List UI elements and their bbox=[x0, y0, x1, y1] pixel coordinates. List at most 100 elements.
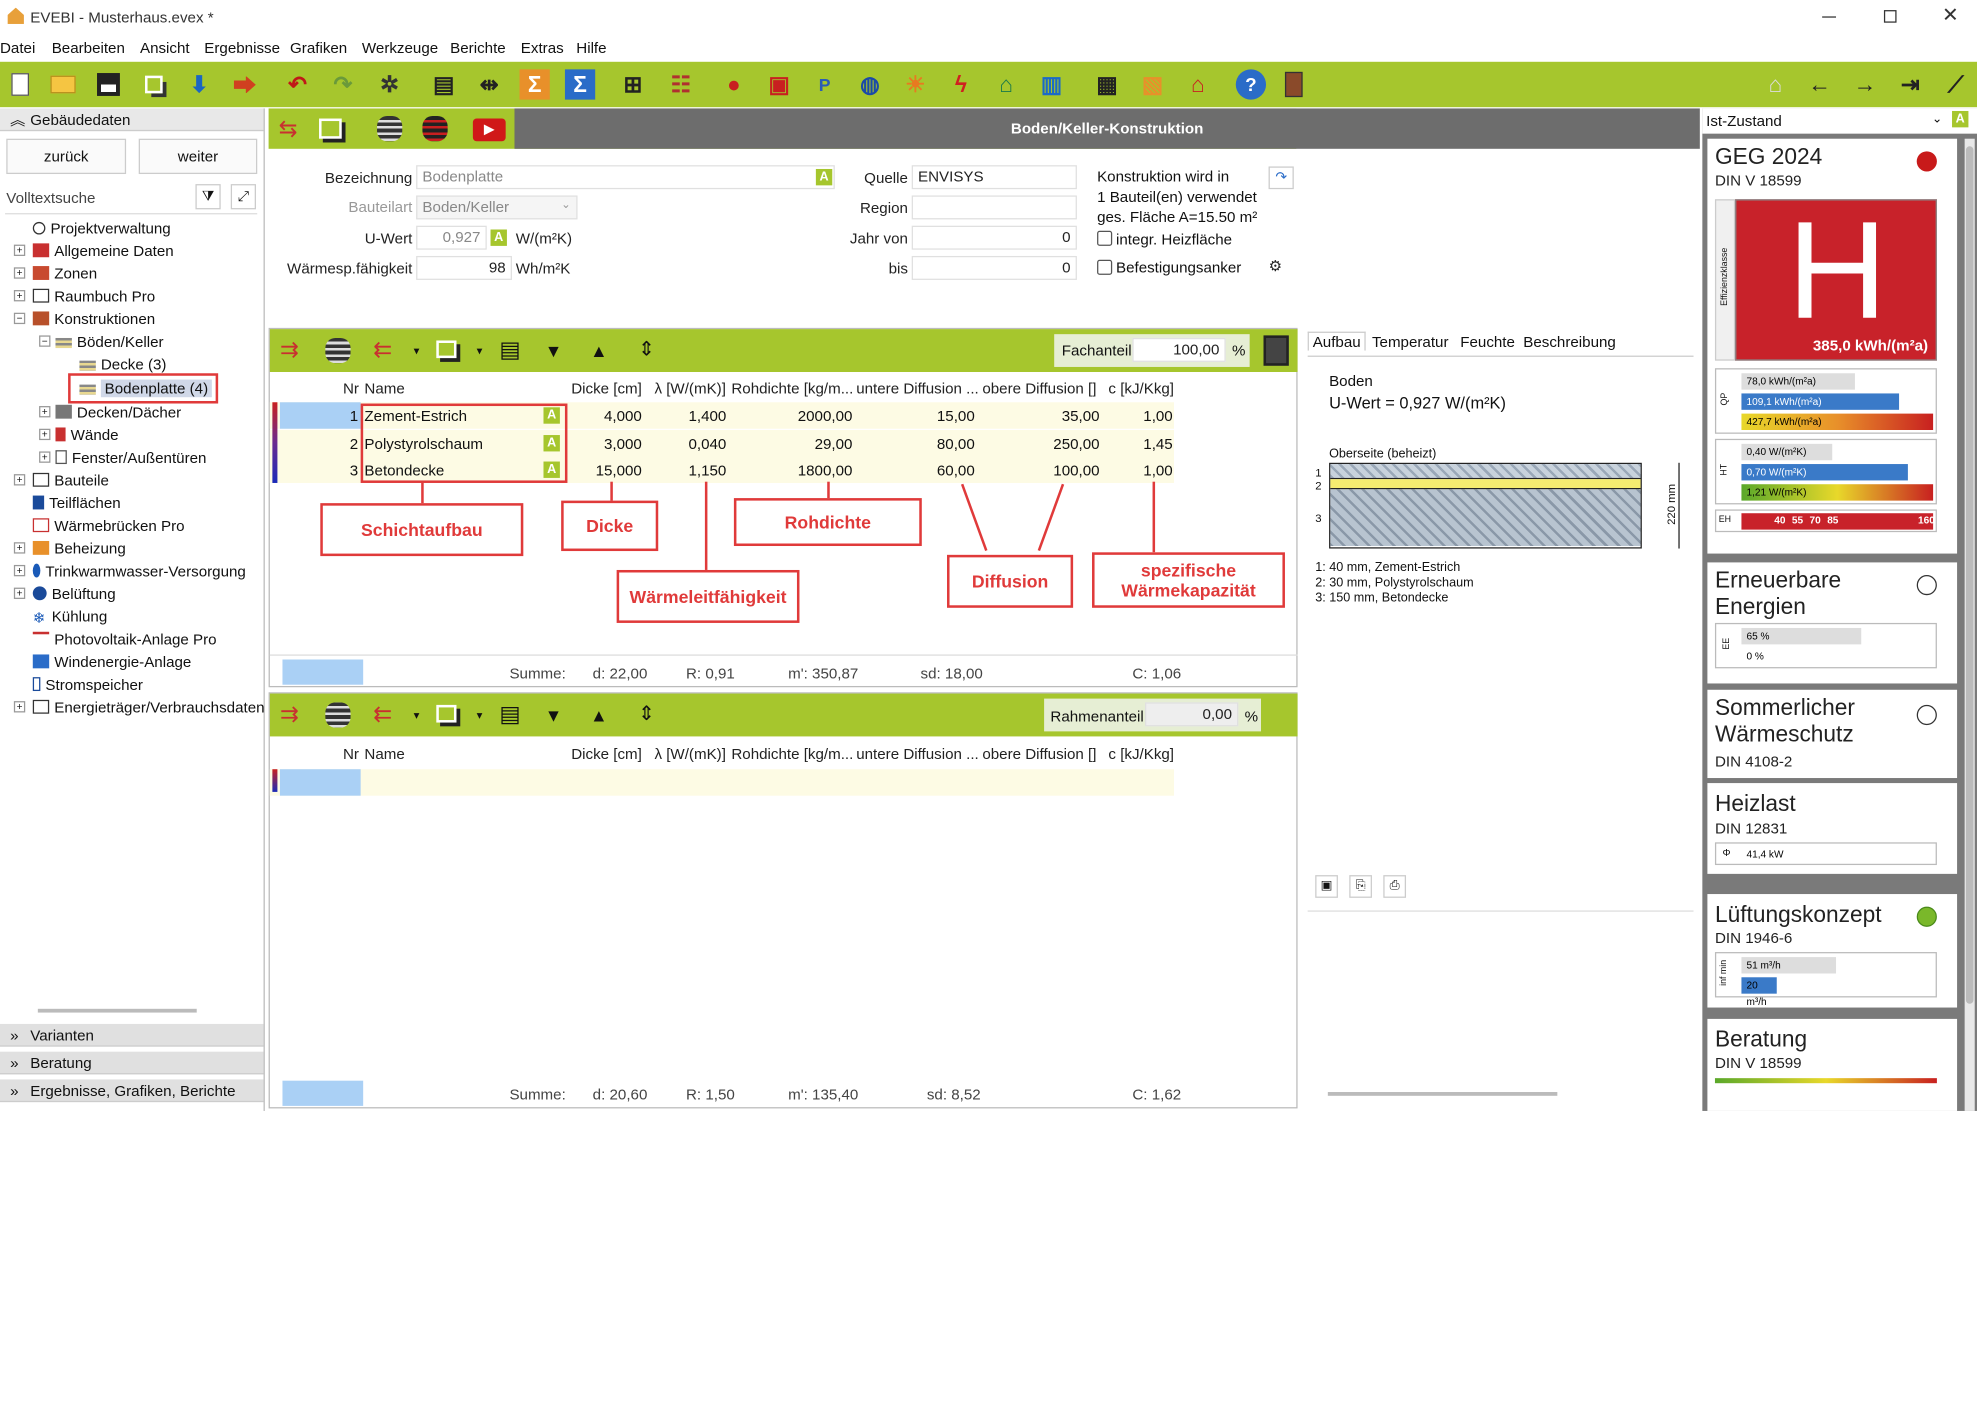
sidebar-section-beratung[interactable]: » Beratung bbox=[0, 1051, 264, 1075]
row1-dicke[interactable]: 4,000 bbox=[572, 407, 642, 425]
tree-item-kuehlung[interactable]: ❄ Kühlung bbox=[33, 608, 107, 627]
close-icon[interactable]: ✕ bbox=[1942, 3, 1959, 28]
open-folder-icon[interactable] bbox=[48, 69, 78, 99]
right-scrollbar[interactable] bbox=[1964, 138, 1975, 1111]
tab-temperatur[interactable]: Temperatur bbox=[1372, 333, 1449, 351]
row2-rohdichte[interactable]: 29,00 bbox=[731, 435, 853, 453]
move-up-icon[interactable]: ▲ bbox=[590, 705, 607, 725]
sort-icon[interactable]: ⇕ bbox=[638, 701, 655, 726]
right-scrollbar-thumb[interactable] bbox=[1965, 146, 1974, 1004]
tree-item-trinkwarmwasser[interactable]: Trinkwarmwasser-Versorgung bbox=[32, 562, 246, 580]
tree-item-waermebruecken[interactable]: Wärmebrücken Pro bbox=[32, 517, 185, 535]
col-untere-diffusion[interactable]: untere Diffusion ... bbox=[856, 745, 978, 763]
door-icon[interactable] bbox=[1279, 69, 1309, 99]
edit-a-icon[interactable]: A bbox=[543, 407, 560, 424]
tab-beschreibung[interactable]: Beschreibung bbox=[1523, 333, 1616, 351]
sidebar-scrollbar[interactable] bbox=[37, 1008, 197, 1013]
row2-untere-diffusion[interactable]: 80,00 bbox=[856, 435, 975, 453]
undo-icon[interactable]: ↶ bbox=[282, 69, 312, 99]
compare-icon[interactable]: ⇹ bbox=[474, 69, 504, 99]
pin-icon[interactable]: ⤢ bbox=[230, 184, 256, 210]
edit-a-icon[interactable]: A bbox=[543, 435, 560, 452]
copy-image-icon[interactable]: ⎘ bbox=[1349, 875, 1372, 898]
col-obere-diffusion[interactable]: obere Diffusion [] bbox=[982, 745, 1096, 763]
tree-item-raumbuch-pro[interactable]: Raumbuch Pro bbox=[32, 288, 155, 305]
expand-icon[interactable]: + bbox=[13, 701, 26, 713]
sidebar-section-ergebnisse[interactable]: » Ergebnisse, Grafiken, Berichte bbox=[0, 1079, 264, 1103]
menu-grafiken[interactable]: Grafiken bbox=[290, 39, 347, 57]
expand-icon[interactable]: + bbox=[13, 474, 26, 486]
filter-icon[interactable]: ⧩ bbox=[195, 184, 221, 210]
dropdown-chevron-icon[interactable]: ▾ bbox=[414, 709, 420, 723]
col-dicke[interactable]: Dicke [cm] bbox=[571, 745, 642, 763]
save-icon[interactable]: ▣ bbox=[1315, 875, 1338, 898]
expand-icon[interactable]: + bbox=[13, 290, 26, 302]
menu-hilfe[interactable]: Hilfe bbox=[576, 39, 606, 57]
region-field[interactable] bbox=[911, 195, 1077, 220]
back-arrow-icon[interactable]: ← bbox=[1804, 69, 1834, 99]
database-red-icon[interactable] bbox=[422, 116, 448, 142]
lueftung-card[interactable]: Lüftungskonzept DIN 1946-6 inf min 51 m³… bbox=[1707, 894, 1958, 1008]
tree-item-boeden-keller[interactable]: Böden/Keller bbox=[55, 333, 164, 351]
tree-item-zonen[interactable]: Zonen bbox=[32, 265, 97, 282]
database-icon[interactable] bbox=[325, 702, 351, 728]
col-nr[interactable]: Nr bbox=[343, 745, 359, 763]
sommer-card[interactable]: Sommerlicher Wärmeschutz DIN 4108-2 bbox=[1707, 689, 1958, 779]
row2-obere-diffusion[interactable]: 250,00 bbox=[982, 435, 1099, 453]
tree-item-allgemeine-daten[interactable]: Allgemeine Daten bbox=[32, 242, 174, 260]
col-dicke[interactable]: Dicke [cm] bbox=[571, 380, 642, 398]
row1-lambda[interactable]: 1,400 bbox=[648, 407, 726, 425]
database-icon[interactable] bbox=[377, 116, 403, 142]
trend-chart-icon[interactable]: ⟋ bbox=[1941, 69, 1971, 99]
befestigungsanker-checkbox[interactable] bbox=[1097, 259, 1113, 275]
jahrvon-field[interactable]: 0 bbox=[911, 225, 1077, 250]
heating-icon[interactable]: ● bbox=[719, 69, 749, 99]
refresh-icon[interactable]: ↷ bbox=[1268, 166, 1294, 190]
row3-obere-diffusion[interactable]: 100,00 bbox=[982, 462, 1099, 480]
minimize-icon[interactable] bbox=[1822, 16, 1837, 18]
collapse-icon[interactable]: − bbox=[39, 335, 51, 347]
tree-item-fenster[interactable]: Fenster/Außentüren bbox=[55, 449, 206, 467]
chart-bars-icon[interactable]: ▥ bbox=[1037, 69, 1067, 99]
move-down-icon[interactable]: ▼ bbox=[545, 705, 562, 725]
menu-datei[interactable]: Datei bbox=[0, 39, 35, 57]
fachanteil-field[interactable]: 100,00 bbox=[1132, 337, 1226, 362]
insert-layer-icon[interactable]: ⇉ bbox=[280, 701, 299, 727]
menu-bearbeiten[interactable]: Bearbeiten bbox=[52, 39, 125, 57]
row1-obere-diffusion[interactable]: 35,00 bbox=[982, 407, 1100, 425]
tree-item-decken-daecher[interactable]: Decken/Dächer bbox=[55, 404, 181, 421]
col-rohdichte[interactable]: Rohdichte [kg/m... bbox=[731, 745, 852, 763]
fulltext-search-label[interactable]: Volltextsuche bbox=[6, 189, 95, 207]
wizard-icon[interactable]: ✲ bbox=[375, 69, 405, 99]
lightning-icon[interactable]: ϟ bbox=[946, 69, 976, 99]
new-file-icon[interactable] bbox=[5, 69, 35, 99]
row2-lambda[interactable]: 0,040 bbox=[648, 435, 726, 453]
move-layer-icon[interactable]: ⇇ bbox=[373, 701, 392, 727]
integr-heizflaeche-checkbox[interactable] bbox=[1097, 230, 1113, 246]
next-button[interactable]: weiter bbox=[138, 138, 258, 175]
bauteilart-select[interactable]: Boden/Keller bbox=[416, 195, 578, 220]
rahmenanteil-field[interactable]: 0,00 bbox=[1144, 702, 1239, 727]
expand-icon[interactable]: + bbox=[39, 451, 51, 463]
clipboard-icon[interactable]: ▤ bbox=[499, 337, 520, 363]
row3-lambda[interactable]: 1,150 bbox=[648, 462, 726, 480]
energy-pass-icon[interactable]: ▧ bbox=[1137, 69, 1167, 99]
help-icon[interactable]: ? bbox=[1235, 69, 1267, 100]
menu-werkzeuge[interactable]: Werkzeuge bbox=[362, 39, 438, 57]
copy-icon[interactable] bbox=[436, 340, 457, 359]
row1-rohdichte[interactable]: 2000,00 bbox=[731, 407, 853, 425]
uwert-field[interactable]: 0,927 bbox=[416, 225, 487, 250]
goto-end-icon[interactable]: ⇥ bbox=[1895, 69, 1925, 99]
col-untere-diffusion[interactable]: untere Diffusion ... bbox=[856, 380, 978, 398]
anchor-tool-icon[interactable]: ⚙ bbox=[1269, 257, 1283, 275]
tree-item-teilflaechen[interactable]: Teilflächen bbox=[32, 494, 121, 512]
expand-icon[interactable]: + bbox=[39, 428, 51, 441]
report-icon[interactable]: ▦ bbox=[1092, 69, 1122, 99]
menu-extras[interactable]: Extras bbox=[521, 39, 564, 57]
house-refresh-icon[interactable]: ⌂ bbox=[1183, 69, 1213, 99]
calculator-icon[interactable] bbox=[1263, 335, 1289, 366]
tree-item-stromspeicher[interactable]: Stromspeicher bbox=[32, 676, 143, 694]
expand-icon[interactable]: + bbox=[13, 244, 26, 256]
video-icon[interactable]: ▶ bbox=[472, 118, 506, 142]
expand-icon[interactable]: + bbox=[13, 564, 26, 577]
